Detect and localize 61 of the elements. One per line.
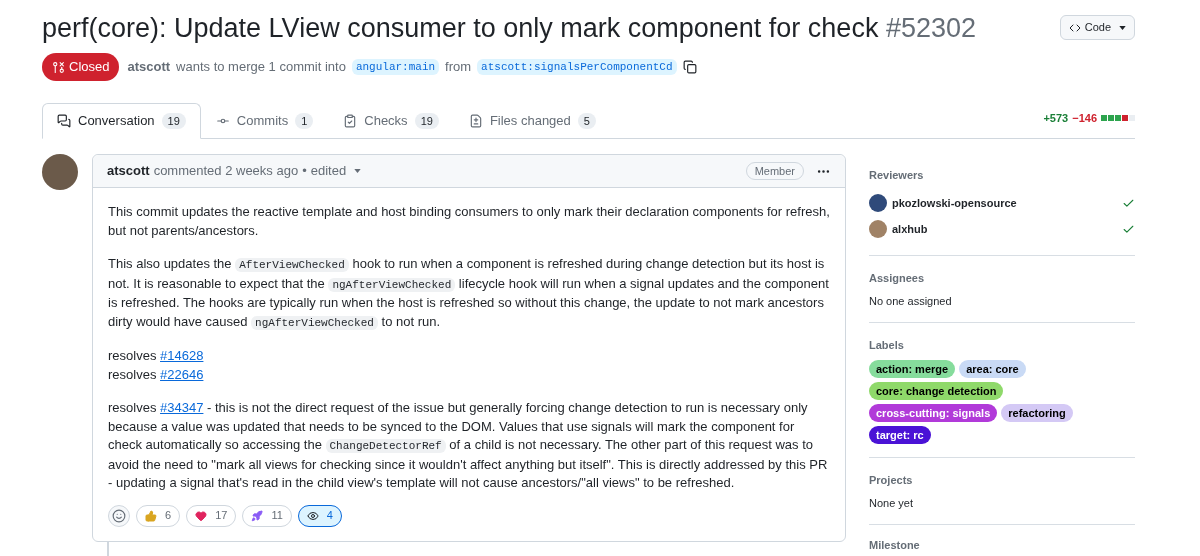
reviewer-name[interactable]: pkozlowski-opensource — [892, 194, 1017, 212]
tab[interactable]: Files changed 5 — [453, 103, 611, 139]
branch-label[interactable]: atscott:signalsPerComponentCd — [477, 58, 677, 76]
heart-icon — [195, 509, 208, 522]
comments-icon — [57, 114, 71, 128]
count-badge: 5 — [577, 112, 596, 130]
merge-text: wants to merge 1 commit into — [176, 58, 346, 77]
issue-link[interactable]: #34347 — [160, 400, 204, 415]
section-heading: Labels — [869, 338, 905, 353]
caret-icon — [1119, 25, 1126, 30]
reviewer-name[interactable]: alxhub — [892, 220, 928, 238]
add-reaction-button[interactable] — [108, 504, 130, 527]
comment-text: This commit updates the reactive template and host binding consumers to only mark their declaration components for refresh, but not parents/ancestors. — [108, 203, 830, 240]
caret-icon — [354, 169, 362, 173]
pull-request-title: perf(core): Update LView consumer to only mark component for check #52302 — [42, 12, 976, 45]
avatar[interactable] — [869, 194, 887, 212]
avatar[interactable] — [42, 154, 78, 190]
from-text: from — [445, 58, 472, 77]
comment-text: This also updates the AfterViewChecked hook to run when a component is refreshed during change detection but its host is not. It is reasonable to expect that the ngAfterViewChecked lifecycle hook will run when a signal updates and the component is refreshed. The hooks are typically run when the host is refreshed so without this change, the update to not mark ancestors dirty would have caused ngAfterViewChecked to not run. — [108, 255, 830, 332]
section-heading: Reviewers — [869, 168, 925, 183]
tab[interactable]: Conversation 19 — [42, 103, 201, 139]
deletions-count: −146 — [1072, 110, 1097, 126]
file-diff-icon — [468, 114, 483, 128]
checklist-icon — [343, 114, 358, 128]
thumbs-up-icon — [145, 509, 157, 522]
pull-request-closed-icon — [52, 60, 65, 74]
section-heading: Projects — [869, 473, 914, 488]
additions-count: +573 — [1043, 110, 1069, 126]
edited-dropdown[interactable]: edited — [310, 161, 362, 181]
count-badge: 19 — [414, 112, 439, 130]
empty-text: No one assigned — [869, 294, 953, 309]
label-tag[interactable]: area: core — [959, 360, 1026, 378]
author-link[interactable]: atscott — [127, 57, 171, 77]
code-button[interactable]: Code — [1059, 15, 1135, 40]
label-tag[interactable]: action: merge — [869, 360, 956, 378]
label-tag[interactable]: cross-cutting: signals — [869, 404, 998, 422]
section-heading: Milestone — [869, 538, 921, 553]
branch-label[interactable]: angular:main — [351, 58, 440, 76]
eyes-icon — [306, 509, 319, 522]
empty-text: None yet — [869, 496, 915, 511]
reaction-button[interactable]: 4 — [297, 504, 342, 527]
count-badge: 1 — [295, 112, 314, 130]
label-tag[interactable]: core: change detection — [869, 382, 1004, 400]
label-tag[interactable]: target: rc — [869, 426, 931, 444]
comment-text: resolves #22646 — [108, 365, 205, 384]
copy-icon[interactable] — [682, 60, 697, 74]
issue-link[interactable]: #14628 — [160, 348, 204, 363]
section-heading: Assignees — [869, 271, 926, 286]
tab[interactable]: Commits 1 — [200, 103, 329, 139]
label-tag[interactable]: refactoring — [1001, 404, 1073, 422]
comment-time: commented 2 weeks ago — [153, 162, 299, 181]
issue-link[interactable]: #22646 — [160, 366, 204, 382]
count-badge: 19 — [161, 112, 186, 130]
comment-text: resolves #14628 — [108, 347, 205, 365]
diffstat-bar — [1101, 114, 1135, 121]
status-badge: Closed — [42, 53, 120, 81]
separator-dot: • — [302, 162, 307, 181]
comment-text: resolves #34347 - this is not the direct request of the issue but generally forcing change detection to run is necessary only because a value was updated that needs to be synced to the DOM. Values that use signals will mark the component for check automatically so accessing the ChangeDetectorRef of a child is not necessary. The other part of this request was to avoid the need to "mark all views for checking since it wouldn't affect anything but itself". This is directly addressed by this PR - updating a signal that's read in the child view's template will not cause ancestors/"all views" to be refreshed. — [108, 399, 829, 492]
tab[interactable]: Checks 19 — [328, 103, 454, 139]
comment-author[interactable]: atscott — [107, 161, 150, 181]
rocket-icon — [251, 509, 264, 522]
